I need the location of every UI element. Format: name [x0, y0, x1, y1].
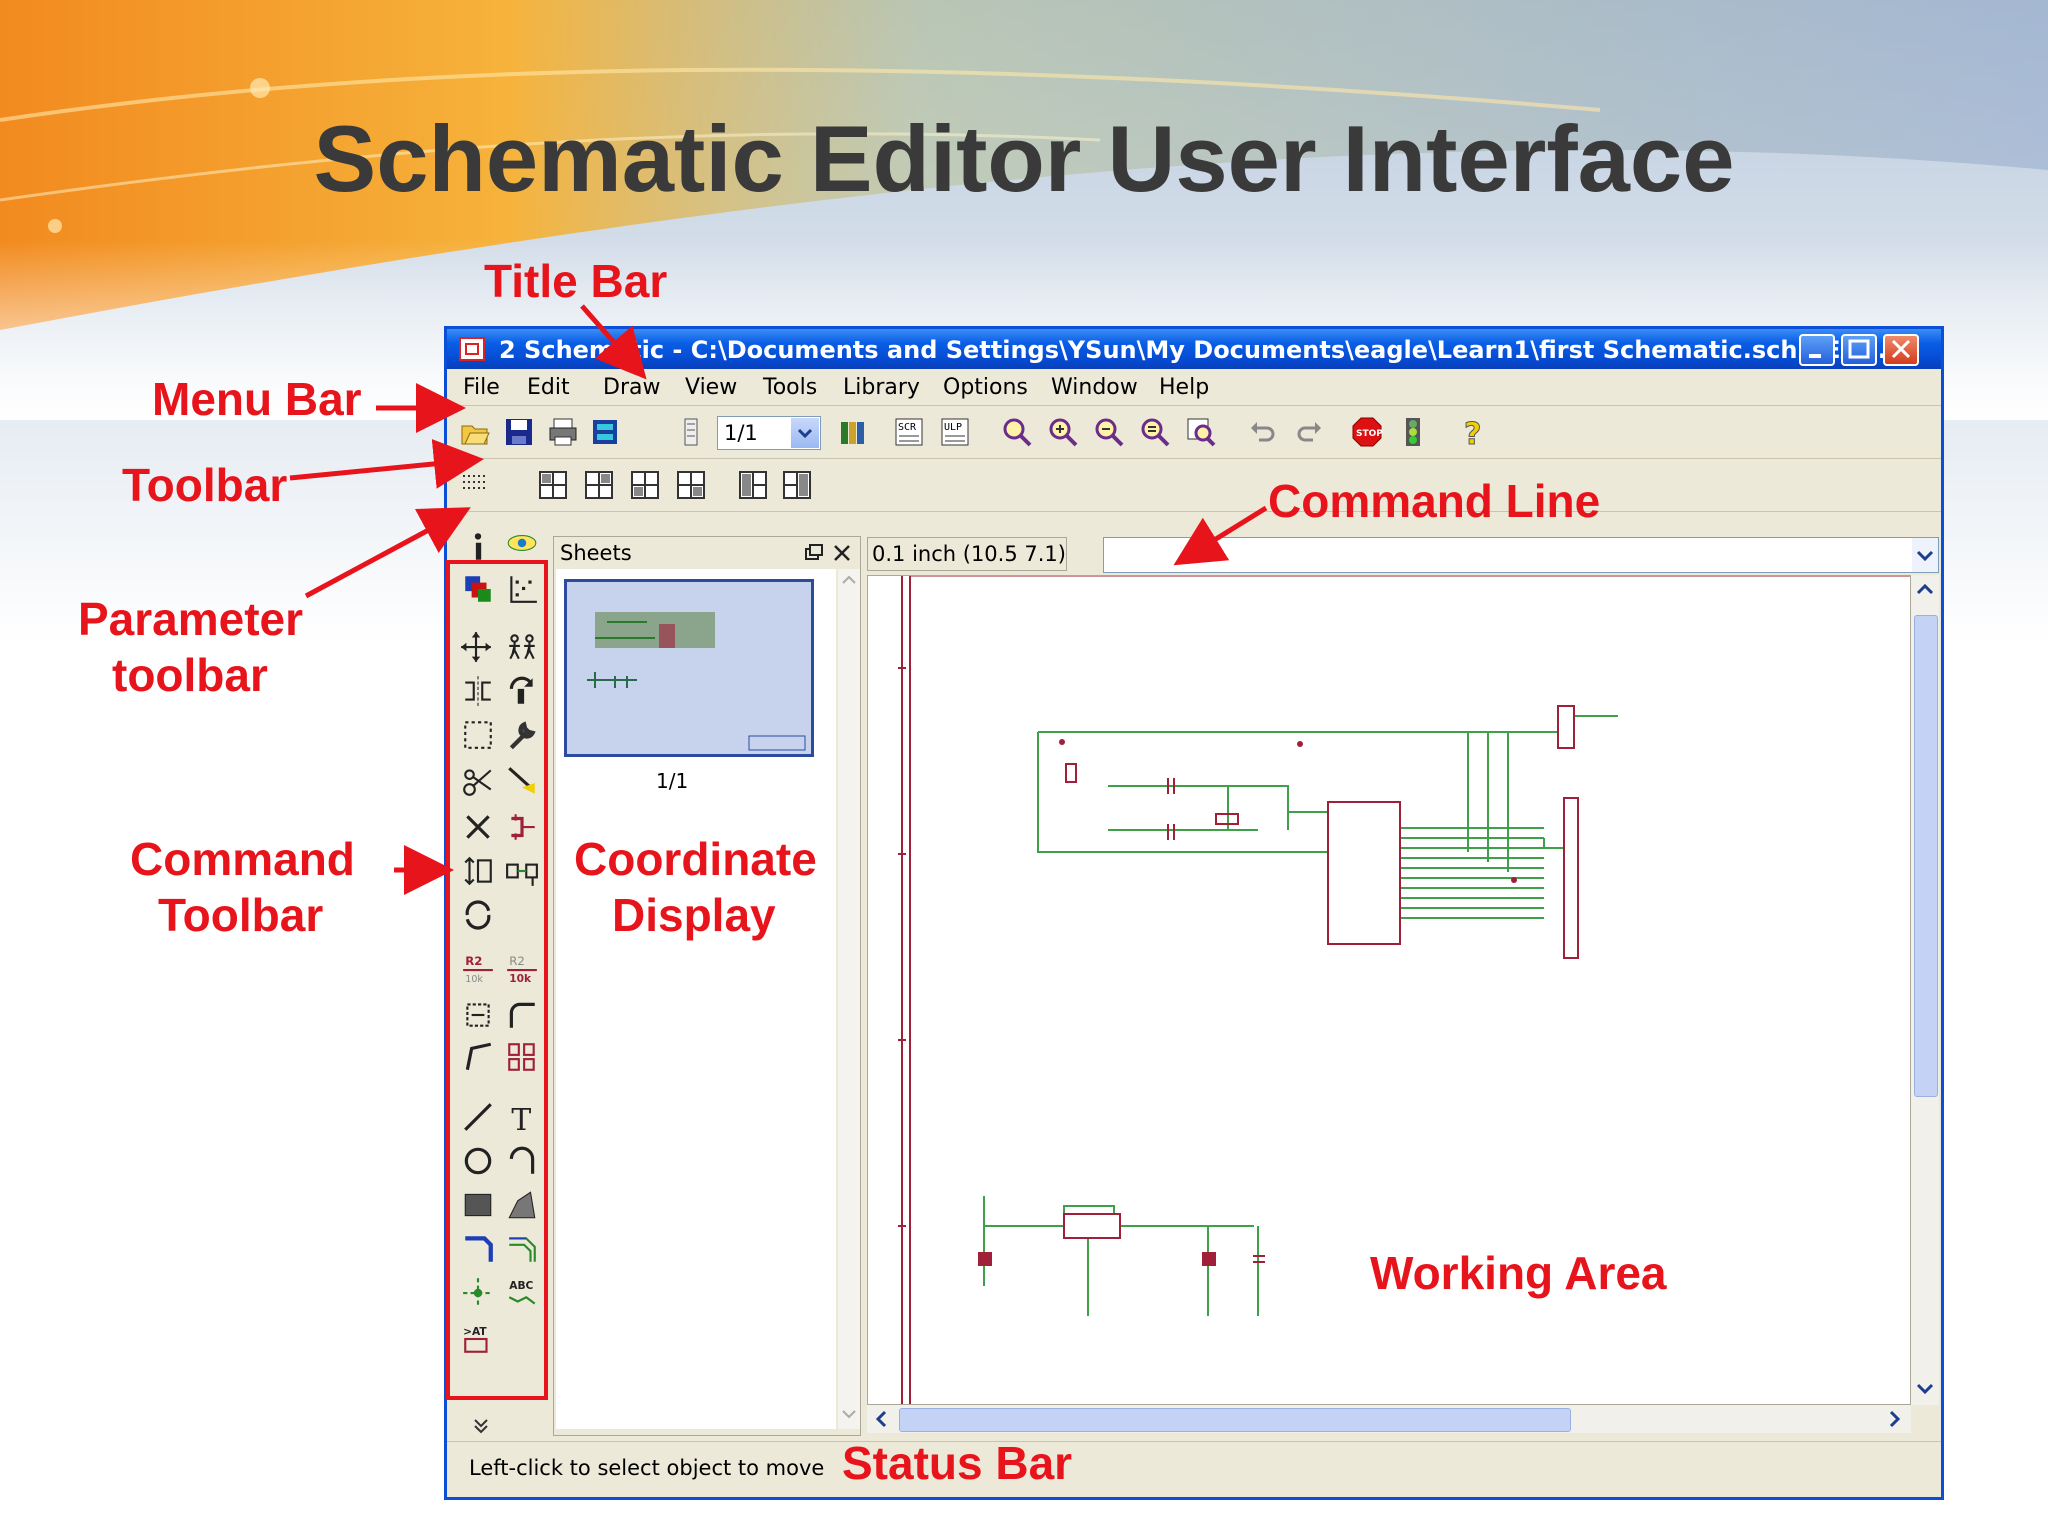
close-panel-icon[interactable]: [832, 543, 852, 563]
layout-1-icon[interactable]: [537, 469, 569, 501]
menu-options[interactable]: Options: [943, 375, 1028, 400]
open-icon[interactable]: [459, 416, 491, 448]
scroll-right-icon[interactable]: [1881, 1405, 1909, 1433]
status-bar: Left-click to select object to move: [447, 1419, 1941, 1498]
minimize-icon: [1809, 354, 1821, 358]
show-icon[interactable]: [505, 526, 539, 560]
slide-title: Schematic Editor User Interface: [313, 106, 1735, 211]
script-icon[interactable]: SCR: [893, 416, 925, 448]
svg-text:ULP: ULP: [944, 422, 962, 433]
close-icon: [1891, 339, 1911, 359]
cam-icon[interactable]: [589, 416, 621, 448]
status-text: Left-click to select object to move: [469, 1456, 825, 1480]
zoom-out-icon[interactable]: [1093, 416, 1125, 448]
svg-text:STOP: STOP: [1356, 429, 1383, 439]
chevron-down-small-icon[interactable]: [838, 1403, 860, 1425]
command-toolbar-highlight: [446, 560, 548, 1400]
callout-coordinate-display-1: Coordinate: [574, 833, 817, 885]
menu-edit[interactable]: Edit: [527, 375, 570, 400]
sheet-thumb-label: 1/1: [656, 769, 689, 793]
callout-command-line: Command Line: [1268, 475, 1601, 527]
sheet-preview-image: [587, 612, 806, 751]
redo-icon[interactable]: [1293, 416, 1325, 448]
callout-status-bar: Status Bar: [842, 1437, 1073, 1489]
sheet-select[interactable]: 1/1: [717, 416, 821, 450]
sheets-header: Sheets: [554, 537, 860, 567]
callout-parameter-toolbar-2: toolbar: [112, 649, 268, 701]
sheets-title: Sheets: [560, 541, 632, 565]
callout-toolbar: Toolbar: [122, 459, 288, 511]
sheet-add-icon[interactable]: [675, 416, 707, 448]
parameter-toolbar: [447, 459, 1941, 512]
eagle-app-icon[interactable]: [459, 337, 485, 361]
sheets-list: 1/1: [556, 569, 836, 1429]
maximize-icon: [1848, 339, 1870, 359]
callout-parameter-toolbar-1: Parameter: [78, 593, 304, 645]
command-line[interactable]: [1103, 537, 1939, 573]
horizontal-scrollbar[interactable]: [867, 1405, 1911, 1433]
callout-menu-bar: Menu Bar: [152, 373, 362, 425]
coordinate-display: 0.1 inch (10.5 7.1): [867, 537, 1067, 571]
arrow-parameter-toolbar: [304, 507, 471, 599]
menu-view[interactable]: View: [685, 375, 737, 400]
save-icon[interactable]: [503, 416, 535, 448]
coordinate-value: 0.1 inch (10.5 7.1): [872, 542, 1066, 566]
layout-2-icon[interactable]: [583, 469, 615, 501]
layout-6-icon[interactable]: [781, 469, 813, 501]
menu-bar: File Edit Draw View Tools Library Option…: [447, 369, 1941, 406]
close-button[interactable]: [1883, 334, 1919, 366]
command-history-chevron-icon: [1916, 550, 1934, 562]
go-icon[interactable]: [1397, 416, 1429, 448]
grid-icon[interactable]: [459, 469, 491, 501]
layout-3-icon[interactable]: [629, 469, 661, 501]
callout-command-toolbar-2: Toolbar: [158, 889, 324, 941]
expand-toolbar-icon[interactable]: [471, 1416, 491, 1436]
chevron-down-icon[interactable]: [791, 418, 819, 448]
zoom-select-icon[interactable]: [1185, 416, 1217, 448]
undo-icon[interactable]: [1247, 416, 1279, 448]
toolbar: 1/1 SCR ULP STOP ?: [447, 406, 1941, 459]
sheets-scrollbar[interactable]: [838, 569, 860, 1429]
stop-icon[interactable]: STOP: [1351, 416, 1383, 448]
sheet-thumbnail[interactable]: [564, 579, 814, 757]
zoom-in-icon[interactable]: [1047, 416, 1079, 448]
layout-5-icon[interactable]: [737, 469, 769, 501]
horizontal-scroll-thumb[interactable]: [899, 1408, 1571, 1432]
info-icon[interactable]: [461, 530, 495, 564]
vertical-scrollbar[interactable]: [1911, 575, 1939, 1405]
layout-4-icon[interactable]: [675, 469, 707, 501]
scroll-up-icon[interactable]: [1911, 575, 1939, 603]
menu-draw[interactable]: Draw: [603, 375, 660, 400]
svg-text:?: ?: [1464, 417, 1481, 448]
callout-title-bar: Title Bar: [484, 255, 668, 307]
ulp-icon[interactable]: ULP: [939, 416, 971, 448]
float-icon[interactable]: [804, 543, 824, 563]
zoom-fit-icon[interactable]: [1001, 416, 1033, 448]
window-title: 2 Schematic - C:\Documents and Settings\…: [499, 336, 1887, 364]
vertical-scroll-thumb[interactable]: [1914, 615, 1938, 1097]
scroll-left-icon[interactable]: [867, 1405, 895, 1433]
chevron-up-icon[interactable]: [838, 569, 860, 591]
callout-command-toolbar-1: Command: [130, 833, 355, 885]
book-icon[interactable]: [837, 416, 869, 448]
sheets-panel: Sheets 1/1: [553, 536, 861, 1436]
menu-library[interactable]: Library: [843, 375, 920, 400]
callout-coordinate-display-2: Display: [612, 889, 776, 941]
minimize-button[interactable]: [1799, 334, 1835, 366]
scroll-down-icon[interactable]: [1911, 1375, 1939, 1403]
callout-working-area: Working Area: [1370, 1247, 1667, 1299]
menu-tools[interactable]: Tools: [763, 375, 817, 400]
print-icon[interactable]: [547, 416, 579, 448]
menu-window[interactable]: Window: [1051, 375, 1138, 400]
svg-text:SCR: SCR: [898, 422, 917, 433]
menu-file[interactable]: File: [463, 375, 500, 400]
maximize-button[interactable]: [1841, 334, 1877, 366]
sheet-select-value: 1/1: [724, 421, 758, 445]
zoom-redraw-icon[interactable]: [1139, 416, 1171, 448]
help-icon[interactable]: ?: [1457, 416, 1489, 449]
title-bar[interactable]: 2 Schematic - C:\Documents and Settings\…: [447, 329, 1941, 369]
command-history-dropdown[interactable]: [1912, 538, 1938, 572]
menu-help[interactable]: Help: [1159, 375, 1209, 400]
